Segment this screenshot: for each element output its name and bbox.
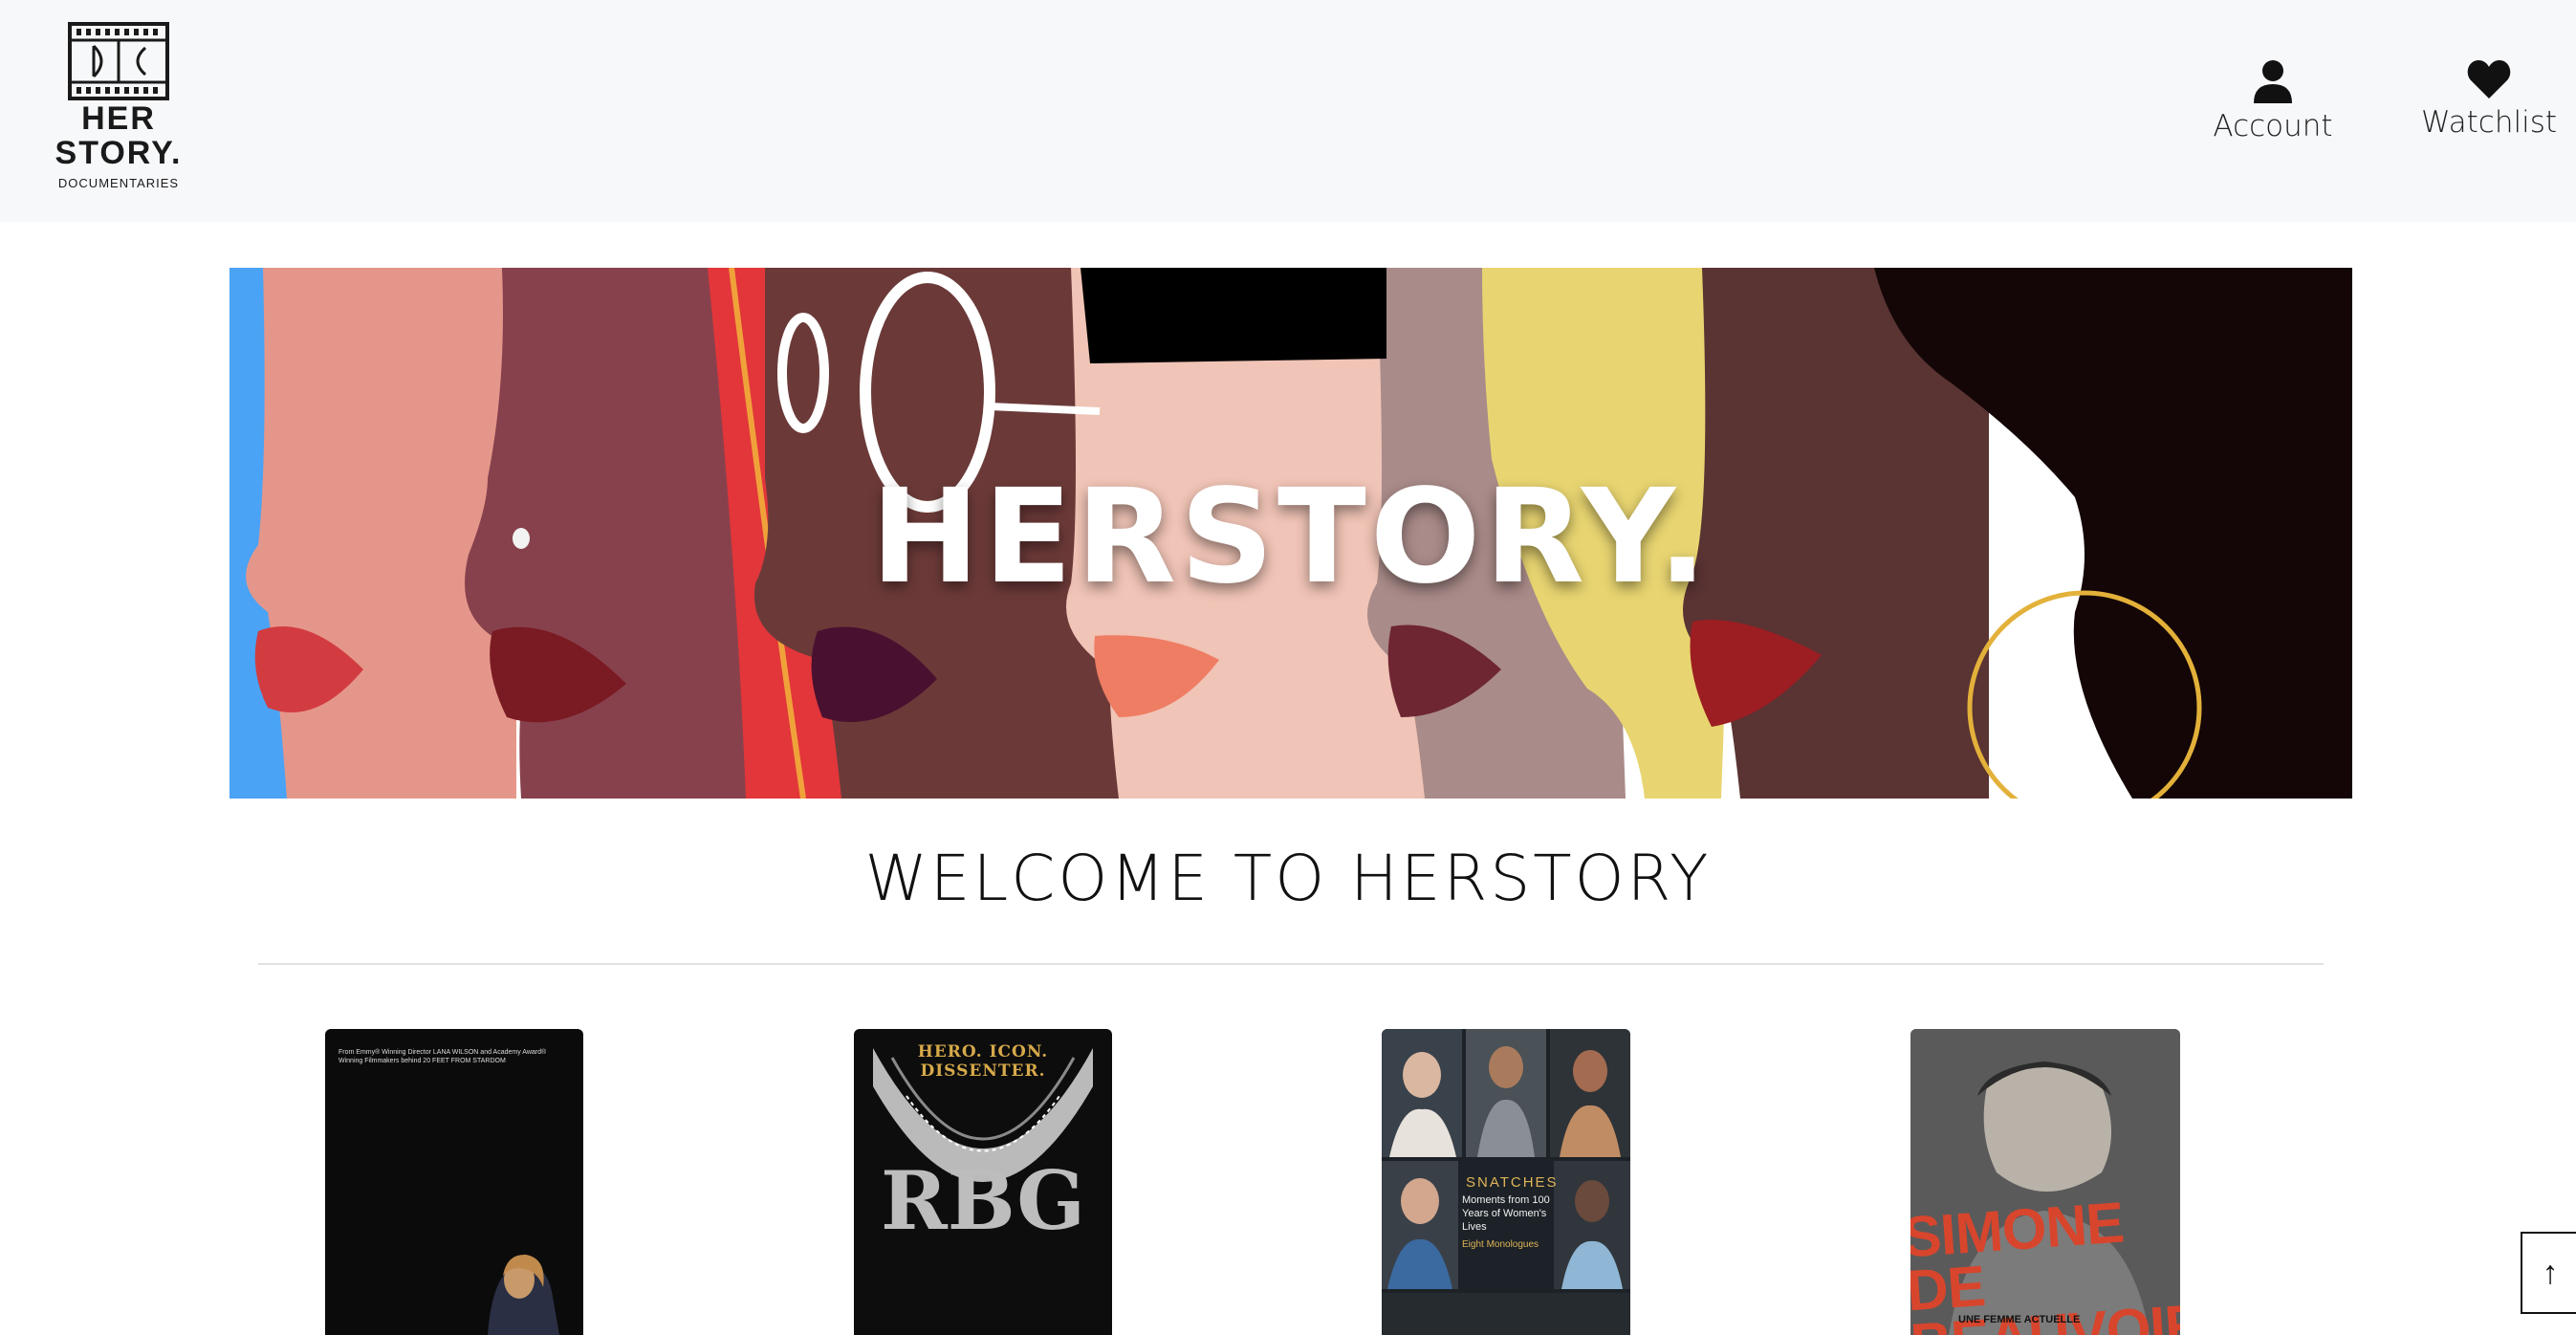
heart-icon bbox=[2467, 60, 2511, 98]
section-divider bbox=[258, 963, 2324, 965]
poster-card-1[interactable]: From Emmy® Winning Director LANA WILSON … bbox=[325, 1029, 583, 1335]
poster-2-tagline: HERO. ICON. DISSENTER. bbox=[917, 1042, 1049, 1081]
back-to-top-button[interactable]: ↑ bbox=[2521, 1232, 2576, 1314]
logo-line-1: HER bbox=[81, 100, 156, 137]
account-button[interactable]: Account bbox=[2211, 59, 2335, 143]
herstory-logo[interactable]: HER STORY. DOCUMENTARIES bbox=[55, 21, 182, 203]
arrow-up-icon: ↑ bbox=[2542, 1254, 2559, 1291]
logo-subtitle: DOCUMENTARIES bbox=[57, 176, 180, 190]
hero-title: HERSTORY. bbox=[229, 268, 2352, 799]
hero-title-text: HERSTORY. bbox=[870, 461, 1712, 613]
welcome-heading: WELCOME TO HERSTORY bbox=[864, 842, 1712, 915]
poster-3-subtitle: Moments from 100 Years of Women's Lives bbox=[1462, 1194, 1550, 1233]
user-icon bbox=[2254, 60, 2292, 103]
film-strip-icon bbox=[68, 22, 169, 100]
poster-2-title: RBG bbox=[880, 1153, 1086, 1248]
top-bar: HER STORY. DOCUMENTARIES Account Watchli… bbox=[0, 0, 2576, 222]
poster-card-2[interactable]: HERO. ICON. DISSENTER. RBG bbox=[854, 1029, 1112, 1335]
poster-card-3[interactable]: SNATCHES Moments from 100 Years of Women… bbox=[1382, 1029, 1630, 1335]
hero-banner: HERSTORY. bbox=[229, 268, 2352, 799]
poster-1-figure bbox=[488, 1254, 559, 1335]
poster-card-4[interactable]: SIMONE DE BEAUVOIR UNE FEMME ACTUELLE bbox=[1910, 1029, 2180, 1335]
poster-3-note: Eight Monologues bbox=[1462, 1239, 1539, 1250]
account-label: Account bbox=[2213, 109, 2333, 143]
poster-3-title: SNATCHES bbox=[1466, 1174, 1559, 1191]
watchlist-label: Watchlist bbox=[2420, 105, 2558, 140]
logo-line-2: STORY. bbox=[55, 135, 183, 171]
watchlist-button[interactable]: Watchlist bbox=[2419, 59, 2559, 140]
